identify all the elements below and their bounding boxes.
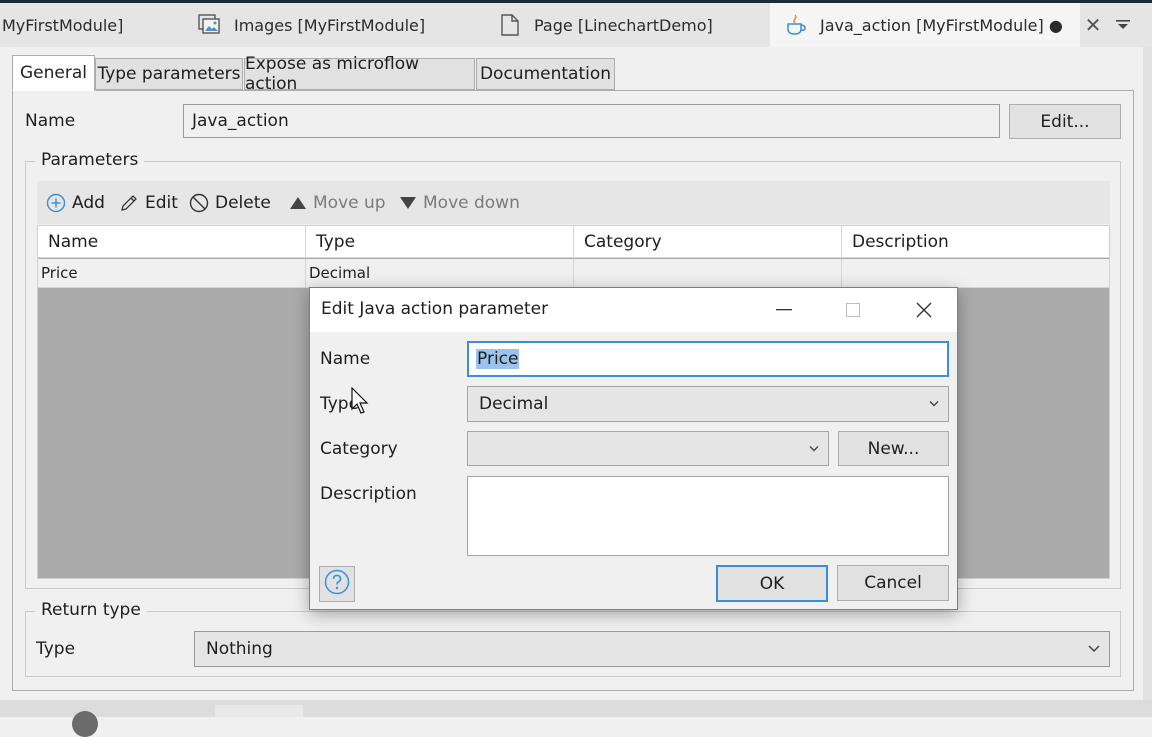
cell-description [842,259,1109,287]
parameter-name-input[interactable]: Price [467,341,949,377]
doc-tab-images[interactable]: Images [MyFirstModule] [198,3,425,47]
delete-parameter-button[interactable]: Delete [189,181,271,224]
close-icon[interactable] [901,288,947,332]
images-icon [198,13,222,37]
name-field[interactable]: Java_action [183,104,1000,138]
edit-parameter-button[interactable]: Edit [119,181,178,224]
tab-overflow-icon[interactable] [1113,3,1133,47]
column-header-description[interactable]: Description [842,226,1109,258]
new-category-button[interactable]: New... [838,431,949,466]
chevron-down-icon [929,401,939,408]
pencil-icon [119,193,139,213]
dialog-name-label: Name [320,349,371,369]
triangle-up-icon [289,196,307,210]
delete-icon [189,193,209,213]
editor-scroll-gutter [1143,47,1152,700]
tab-expose-as-microflow-action[interactable]: Expose as microflow action [244,54,475,94]
parameter-description-textarea[interactable] [467,476,949,556]
move-down-button[interactable]: Move down [399,181,520,224]
return-type-group-title: Return type [35,600,147,620]
tab-type-parameters[interactable]: Type parameters [95,58,243,90]
cell-type: Decimal [306,259,574,287]
column-header-category[interactable]: Category [574,226,842,258]
parameter-category-select[interactable] [467,431,829,466]
bottom-panel-strip [0,700,1152,737]
dialog-title: Edit Java action parameter [321,299,549,319]
edit-parameter-dialog: Edit Java action parameter Name Price Ty… [309,287,958,610]
add-icon [46,193,66,213]
name-label: Name [25,111,76,131]
dialog-title-bar[interactable]: Edit Java action parameter [310,288,957,332]
question-circle-icon [324,569,350,599]
help-button[interactable] [319,566,355,602]
doc-tab-label: Images [MyFirstModule] [234,15,426,35]
parameters-toolbar: Add Edit Delete Move up Move down [37,181,1110,224]
doc-tab-label: MyFirstModule] [2,15,124,35]
move-up-button[interactable]: Move up [289,181,386,224]
doc-tab-label: Java_action [MyFirstModule] ● [820,15,1063,35]
column-header-name[interactable]: Name [38,226,306,258]
grid-header: Name Type Category Description [38,226,1109,258]
minimize-icon[interactable] [761,288,807,332]
cell-name: Price [38,259,306,287]
tab-general[interactable]: General [12,55,95,91]
cell-category [574,259,842,287]
java-cup-icon [784,13,808,37]
status-indicator-icon [72,711,98,737]
chevron-down-icon [1088,645,1100,653]
bottom-tab[interactable] [215,705,303,717]
doc-tab-label: Page [LinechartDemo] [534,15,713,35]
doc-tab-java-action[interactable]: Java_action [MyFirstModule] ● [770,3,1080,47]
triangle-down-icon [399,196,417,210]
maximize-icon[interactable] [830,288,876,332]
page-icon [498,13,522,37]
dialog-category-label: Category [320,439,398,459]
cancel-button[interactable]: Cancel [837,565,949,601]
chevron-down-icon [809,445,819,452]
tab-documentation[interactable]: Documentation [476,58,615,90]
parameters-group-title: Parameters [35,150,145,170]
column-header-type[interactable]: Type [306,226,574,258]
return-type-select[interactable]: Nothing [194,631,1110,667]
dialog-description-label: Description [320,484,417,504]
return-type-label: Type [36,639,76,659]
doc-tab-page[interactable]: Page [LinechartDemo] [498,3,713,47]
mouse-cursor-icon [351,386,371,419]
doc-tab-myfirstmodule[interactable]: MyFirstModule] [2,3,123,47]
document-tab-strip: MyFirstModule] Images [MyFirstModule] Pa… [0,3,1152,47]
parameter-type-select[interactable]: Decimal [467,386,949,422]
ok-button[interactable]: OK [716,565,828,602]
selected-text: Price [476,349,520,369]
close-tab-icon[interactable]: ✕ [1082,3,1104,47]
table-row[interactable]: Price Decimal [38,259,1109,288]
add-parameter-button[interactable]: Add [46,181,105,224]
edit-name-button[interactable]: Edit... [1009,104,1121,139]
